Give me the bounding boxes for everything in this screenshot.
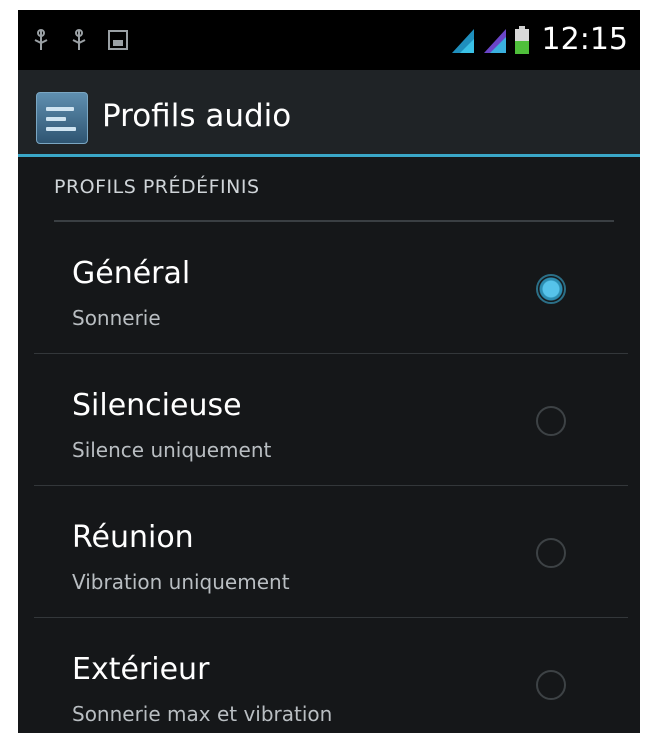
profile-title: Réunion <box>72 520 194 555</box>
profile-subtitle: Sonnerie max et vibration <box>72 702 333 726</box>
profile-title: Général <box>72 256 191 291</box>
image-icon <box>108 30 128 50</box>
profile-title: Extérieur <box>72 652 210 687</box>
system-icons: 12:15 <box>450 22 628 57</box>
profile-item-general[interactable]: Général Sonnerie <box>18 222 640 354</box>
profile-subtitle: Silence uniquement <box>72 438 272 462</box>
audio-profiles-icon[interactable] <box>36 92 88 144</box>
signal-icon <box>451 28 474 53</box>
notification-icons <box>32 28 128 52</box>
profile-title: Silencieuse <box>72 388 242 423</box>
status-clock: 12:15 <box>541 22 628 57</box>
profile-subtitle: Vibration uniquement <box>72 570 290 594</box>
profile-item-silencieuse[interactable]: Silencieuse Silence uniquement <box>18 354 640 486</box>
radio-button[interactable] <box>536 538 566 568</box>
profile-item-exterieur[interactable]: Extérieur Sonnerie max et vibration <box>18 618 640 733</box>
phone-screen: 12:15 Profils audio PROFILS PRÉDÉFINIS G… <box>18 10 640 733</box>
usb-icon <box>72 29 86 50</box>
status-bar: 12:15 <box>18 10 640 70</box>
radio-button[interactable] <box>536 406 566 436</box>
profile-subtitle: Sonnerie <box>72 306 161 330</box>
battery-icon <box>514 25 529 54</box>
radio-button[interactable] <box>536 670 566 700</box>
usb-icon <box>34 29 48 50</box>
action-bar: Profils audio <box>18 70 640 157</box>
signal-icon <box>483 28 506 53</box>
profile-item-reunion[interactable]: Réunion Vibration uniquement <box>18 486 640 618</box>
page-title: Profils audio <box>102 98 292 134</box>
radio-button-selected[interactable] <box>536 274 566 304</box>
section-header: PROFILS PRÉDÉFINIS <box>54 176 260 198</box>
